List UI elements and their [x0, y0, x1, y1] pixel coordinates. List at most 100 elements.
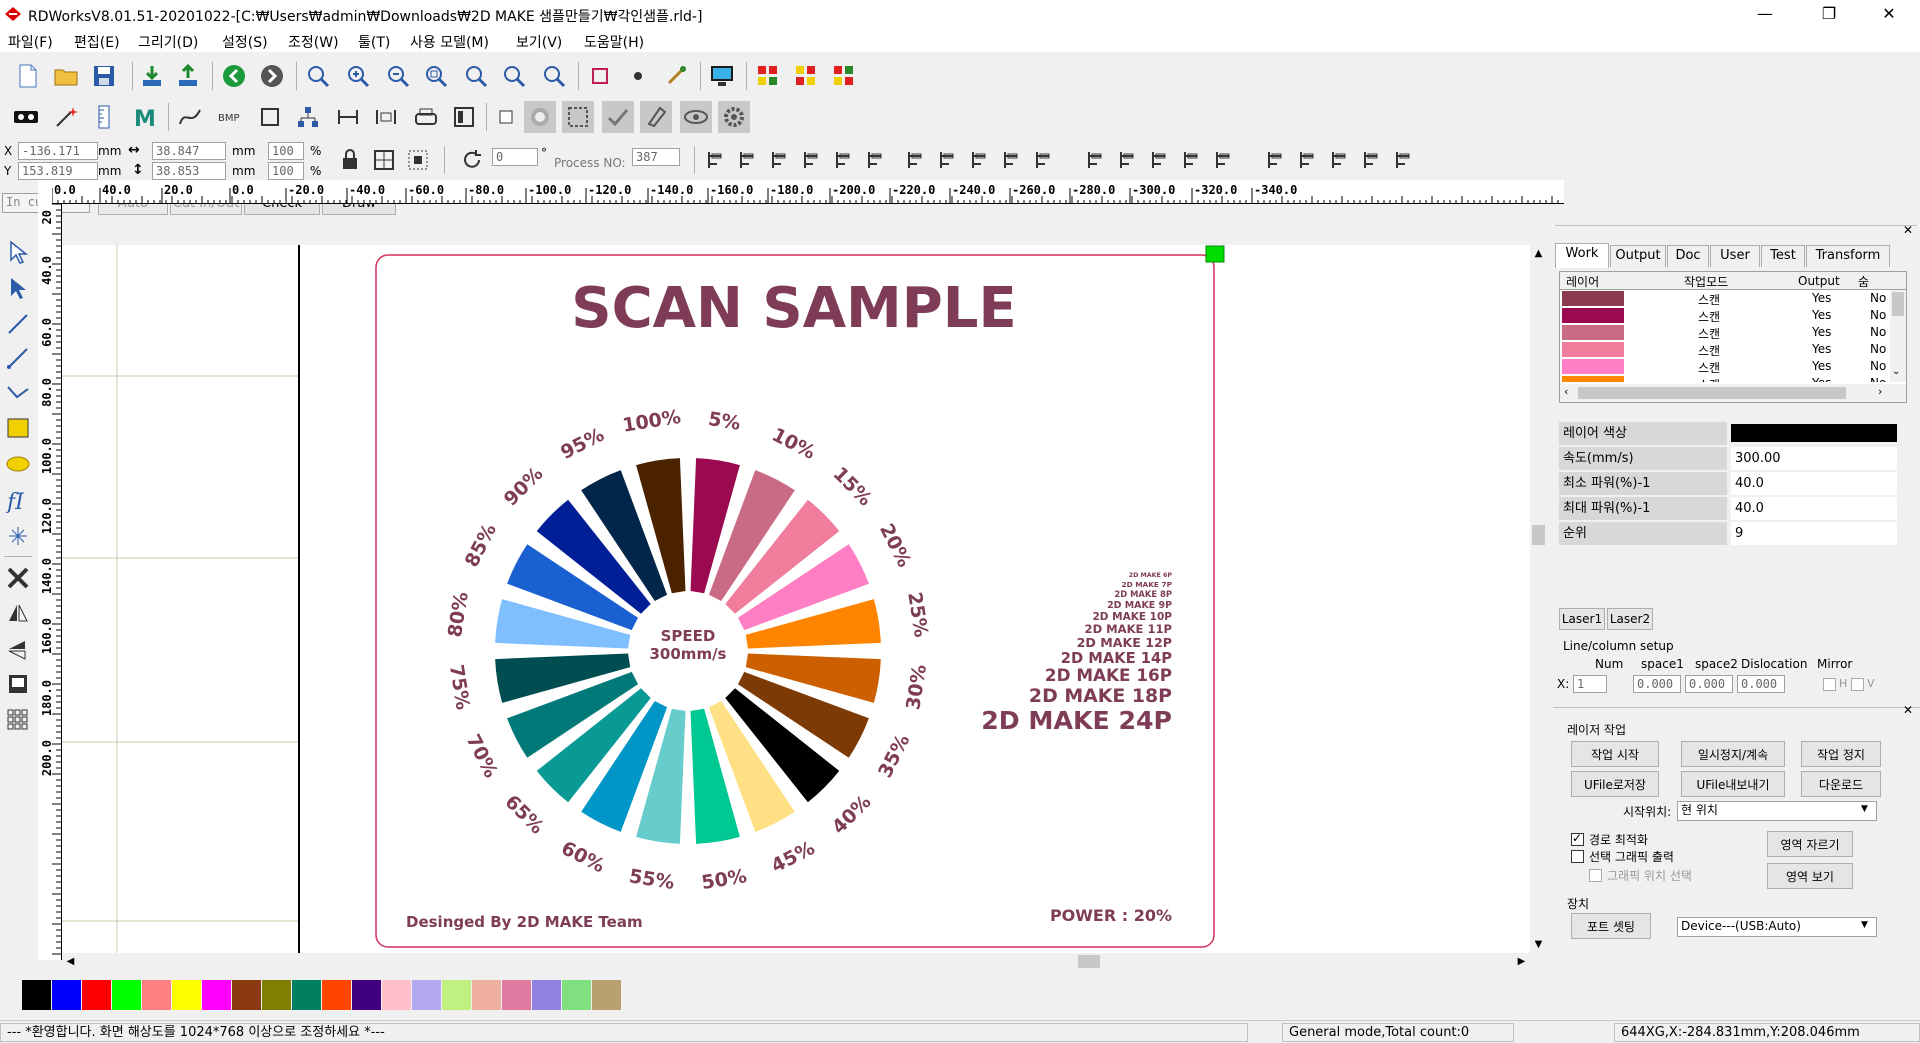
layer-output[interactable]: Yes: [1812, 359, 1831, 373]
header-layer[interactable]: 레이어: [1566, 273, 1599, 290]
wheel-label[interactable]: 50%: [700, 865, 748, 894]
distribute-bottom-icon[interactable]: [1388, 144, 1420, 176]
port-settings-button[interactable]: 포트 셋팅: [1571, 913, 1651, 939]
property-value[interactable]: 300.00: [1731, 447, 1897, 470]
wheel-label[interactable]: 95%: [557, 424, 608, 464]
selected-output-checkbox[interactable]: [1571, 850, 1584, 863]
select-arrow-icon[interactable]: [2, 236, 34, 268]
menu-edit[interactable]: 편집(E): [74, 32, 120, 52]
palette-swatch[interactable]: [52, 980, 81, 1010]
layer-row[interactable]: 스캔 Yes No: [1560, 324, 1890, 341]
tab-laser1[interactable]: Laser1: [1559, 608, 1605, 630]
start-position-select[interactable]: 현 위치: [1677, 801, 1877, 821]
view-area-button[interactable]: 영역 보기: [1767, 863, 1853, 889]
ruler-icon[interactable]: [88, 101, 120, 133]
zoom-selection-icon[interactable]: [498, 60, 530, 92]
checkbox-tool-icon[interactable]: [490, 101, 522, 133]
layer-hide[interactable]: No: [1870, 308, 1888, 322]
corner-tl-icon[interactable]: [1112, 144, 1144, 176]
palette-swatch[interactable]: [382, 980, 411, 1010]
layer-scroll-right-icon[interactable]: ›: [1878, 385, 1882, 398]
cut-area-button[interactable]: 영역 자르기: [1767, 831, 1853, 857]
font-size-samples[interactable]: 2D MAKE 6P2D MAKE 7P2D MAKE 8P2D MAKE 9P…: [981, 572, 1172, 735]
width-field[interactable]: 38.847: [152, 142, 226, 160]
export-icon[interactable]: [172, 60, 204, 92]
mirror-h-checkbox[interactable]: [1823, 678, 1836, 691]
palette-swatch[interactable]: [82, 980, 111, 1010]
font-sample[interactable]: 2D MAKE 18P: [1029, 685, 1172, 707]
wheel-label[interactable]: 100%: [621, 406, 682, 437]
scroll-up-icon[interactable]: ▲: [1530, 245, 1547, 262]
tab-transform[interactable]: Transform: [1806, 245, 1890, 267]
device-select[interactable]: Device---(USB:Auto): [1677, 917, 1877, 937]
space1-field[interactable]: 0.000: [1633, 675, 1681, 693]
zoom-hand-icon[interactable]: [302, 60, 334, 92]
palette-swatch[interactable]: [22, 980, 51, 1010]
optimize-path-checkbox[interactable]: [1571, 831, 1584, 846]
dislocation-field[interactable]: 0.000: [1737, 675, 1785, 693]
array-red-icon[interactable]: [752, 60, 784, 92]
header-mode[interactable]: 작업모드: [1684, 273, 1728, 290]
property-value[interactable]: 9: [1731, 522, 1897, 545]
eraser-icon[interactable]: [640, 101, 672, 133]
polyline-tool-icon[interactable]: [2, 342, 34, 374]
gear-icon[interactable]: [718, 101, 750, 133]
wheel-label[interactable]: 30%: [902, 663, 931, 711]
palette-swatch[interactable]: [502, 980, 531, 1010]
stop-work-button[interactable]: 작업 정지: [1801, 741, 1881, 767]
device-chevron-icon[interactable]: ▼: [1861, 920, 1868, 930]
wheel-label[interactable]: 70%: [462, 731, 502, 782]
lock-ratio-icon[interactable]: [334, 144, 366, 176]
tab-user[interactable]: User: [1710, 245, 1760, 267]
canvas-vertical-scrollbar[interactable]: ▲ ▼: [1530, 245, 1547, 953]
start-position-chevron-icon[interactable]: ▼: [1861, 804, 1868, 814]
mirror-v-checkbox[interactable]: [1851, 678, 1864, 691]
layer-color-swatch[interactable]: [1562, 342, 1624, 357]
array-grid-icon[interactable]: [2, 704, 34, 736]
layer-output[interactable]: Yes: [1812, 342, 1831, 356]
palette-swatch[interactable]: [142, 980, 171, 1010]
selection-handle[interactable]: [1205, 245, 1225, 263]
wheel-label[interactable]: 80%: [444, 590, 473, 638]
h-spacing-icon[interactable]: [996, 144, 1028, 176]
menu-adjust[interactable]: 조정(W): [288, 32, 339, 52]
same-height-icon[interactable]: [932, 144, 964, 176]
wheel-label[interactable]: 5%: [707, 408, 742, 435]
distribute-top-icon[interactable]: [1356, 144, 1388, 176]
layer-scroll-down-icon[interactable]: ⌄: [1892, 366, 1900, 377]
frame-icon[interactable]: [584, 60, 616, 92]
height-field[interactable]: 38.853: [152, 162, 226, 180]
start-work-button[interactable]: 작업 시작: [1571, 741, 1659, 767]
font-sample[interactable]: 2D MAKE 24P: [981, 706, 1172, 735]
distribute-left-icon[interactable]: [1292, 144, 1324, 176]
font-sample[interactable]: 2D MAKE 7P: [1121, 580, 1172, 589]
font-sample[interactable]: 2D MAKE 16P: [1045, 665, 1172, 685]
wheel-label[interactable]: 85%: [461, 520, 501, 571]
palette-swatch[interactable]: [112, 980, 141, 1010]
array-yellow-icon[interactable]: [790, 60, 822, 92]
wheel-label[interactable]: 90%: [500, 463, 548, 511]
palette-swatch[interactable]: [232, 980, 261, 1010]
layer-scroll-left-icon[interactable]: ‹: [1564, 385, 1568, 398]
layer-hide[interactable]: No: [1870, 325, 1888, 339]
wheel-label[interactable]: 75%: [445, 663, 474, 711]
align-top-icon[interactable]: [764, 144, 796, 176]
font-sample[interactable]: 2D MAKE 12P: [1077, 635, 1172, 650]
point-tool-icon[interactable]: [2, 520, 34, 552]
tab-laser2[interactable]: Laser2: [1607, 608, 1653, 630]
menu-draw[interactable]: 그리기(D): [138, 32, 198, 52]
wheel-label[interactable]: 55%: [628, 865, 676, 894]
align-hcenter-icon[interactable]: [828, 144, 860, 176]
h-distance-icon[interactable]: [332, 101, 364, 133]
export-ufile-button[interactable]: UFile내보내기: [1681, 771, 1785, 797]
text-m-icon[interactable]: M: [128, 101, 160, 133]
vertical-scroll-thumb[interactable]: [1532, 525, 1545, 545]
same-size-icon[interactable]: [964, 144, 996, 176]
space2-field[interactable]: 0.000: [1685, 675, 1733, 693]
undo-icon[interactable]: [218, 60, 250, 92]
wheel-label[interactable]: 45%: [768, 837, 819, 877]
line-tool-icon[interactable]: [2, 308, 34, 340]
align-left-icon[interactable]: [700, 144, 732, 176]
position-grid-icon[interactable]: [368, 144, 400, 176]
save-icon[interactable]: [88, 60, 120, 92]
